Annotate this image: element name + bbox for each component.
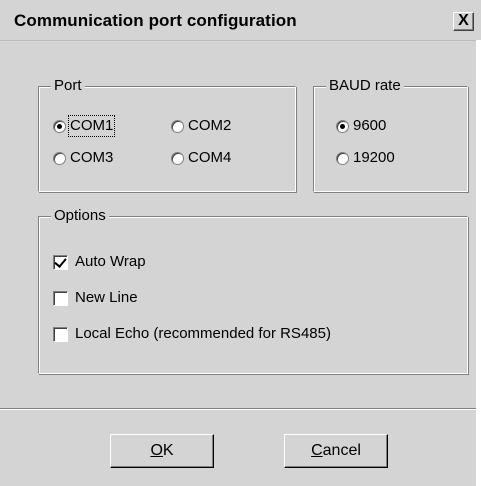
radio-indicator[interactable] (53, 119, 66, 133)
checkbox-indicator[interactable] (53, 326, 68, 342)
window-edge (476, 40, 481, 486)
baud-group: BAUD rate 9600 19200 (313, 77, 468, 192)
baud-group-label: BAUD rate (326, 77, 404, 95)
ok-button[interactable]: OK (110, 434, 214, 468)
radio-indicator[interactable] (336, 151, 349, 165)
cancel-button-label: Cancel (311, 442, 361, 459)
title-bar: Communication port configuration X (0, 0, 481, 41)
options-group-label: Options (51, 207, 109, 225)
checkbox-indicator[interactable] (53, 290, 68, 306)
radio-com1[interactable]: COM1 (53, 115, 116, 137)
ok-button-label: OK (150, 442, 174, 459)
radio-com1-label: COM1 (67, 115, 116, 137)
checkbox-new-line[interactable]: New Line (53, 289, 138, 307)
close-icon: X (458, 12, 469, 29)
radio-com2[interactable]: COM2 (171, 117, 231, 135)
local-echo-label: Local Echo (recommended for RS485) (75, 325, 331, 342)
checkbox-auto-wrap[interactable]: Auto Wrap (53, 253, 146, 271)
radio-indicator[interactable] (171, 151, 184, 165)
separator (0, 408, 481, 410)
checkbox-indicator[interactable] (53, 254, 68, 270)
radio-19200-label: 19200 (353, 149, 395, 166)
port-group: Port COM1 COM2 COM3 COM4 (38, 77, 296, 192)
new-line-label: New Line (75, 289, 138, 306)
checkbox-local-echo[interactable]: Local Echo (recommended for RS485) (53, 325, 331, 343)
radio-com3[interactable]: COM3 (53, 149, 113, 167)
radio-indicator[interactable] (171, 119, 184, 133)
options-group: Options Auto Wrap New Line Local Echo (r… (38, 207, 468, 374)
port-group-label: Port (51, 77, 85, 95)
radio-9600-label: 9600 (353, 117, 387, 134)
cancel-button[interactable]: Cancel (284, 434, 388, 468)
radio-indicator[interactable] (53, 151, 66, 165)
radio-baud-9600[interactable]: 9600 (336, 117, 386, 135)
radio-baud-19200[interactable]: 19200 (336, 149, 395, 167)
radio-com4-label: COM4 (188, 149, 232, 166)
port-config-dialog: Communication port configuration X Port … (0, 0, 481, 486)
radio-com2-label: COM2 (188, 117, 232, 134)
window-title: Communication port configuration (14, 11, 297, 30)
radio-com3-label: COM3 (70, 149, 114, 166)
radio-indicator[interactable] (336, 119, 349, 133)
auto-wrap-label: Auto Wrap (75, 253, 146, 270)
close-button[interactable]: X (453, 12, 474, 31)
radio-com4[interactable]: COM4 (171, 149, 231, 167)
